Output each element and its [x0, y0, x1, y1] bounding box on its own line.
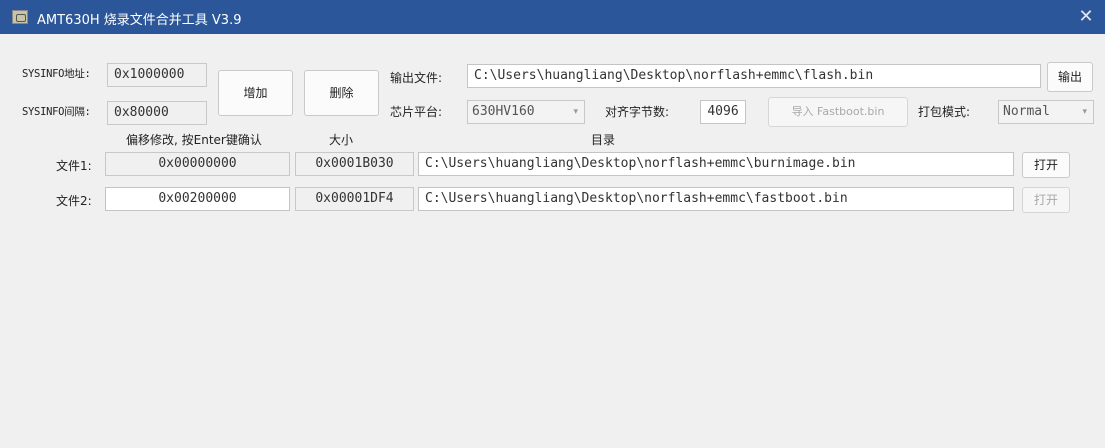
file-2-open-button[interactable]: 打开 — [1022, 187, 1070, 213]
file-2-size-field: 0x00001DF4 — [295, 187, 414, 211]
close-icon[interactable]: ✕ — [1073, 4, 1099, 30]
import-fastboot-button[interactable]: 导入 Fastboot.bin — [768, 97, 908, 127]
output-file-label: 输出文件: — [390, 71, 443, 85]
file-1-open-button[interactable]: 打开 — [1022, 152, 1070, 178]
add-button[interactable]: 增加 — [218, 70, 293, 116]
file-2-offset-field[interactable]: 0x00200000 — [105, 187, 290, 211]
file-1-size-field: 0x0001B030 — [295, 152, 414, 176]
delete-button[interactable]: 删除 — [304, 70, 379, 116]
file-2-path-field[interactable]: C:\Users\huangliang\Desktop\norflash+emm… — [418, 187, 1014, 211]
align-field[interactable]: 4096 — [700, 100, 746, 124]
title-bar: AMT630H 烧录文件合并工具 V3.9 ✕ — [0, 0, 1105, 34]
output-path-field[interactable]: C:\Users\huangliang\Desktop\norflash+emm… — [467, 64, 1041, 88]
offset-column-header: 偏移修改, 按Enter键确认 — [126, 133, 262, 147]
sysinfo-address-label: SYSINFO地址: — [22, 68, 91, 80]
app-icon — [12, 10, 28, 24]
output-button[interactable]: 输出 — [1047, 62, 1093, 92]
pack-mode-select[interactable]: Normal ▾ — [998, 100, 1094, 124]
file-2-label: 文件2: — [56, 194, 92, 208]
align-label: 对齐字节数: — [605, 105, 670, 119]
sysinfo-address-field[interactable]: 0x1000000 — [107, 63, 207, 87]
size-column-header: 大小 — [329, 133, 354, 147]
platform-select[interactable]: 630HV160 ▾ — [467, 100, 585, 124]
chevron-down-icon: ▾ — [1082, 107, 1087, 117]
file-1-label: 文件1: — [56, 159, 92, 173]
sysinfo-interval-field[interactable]: 0x80000 — [107, 101, 207, 125]
directory-column-header: 目录 — [591, 133, 616, 147]
pack-mode-value: Normal — [1003, 104, 1050, 119]
platform-label: 芯片平台: — [390, 105, 443, 119]
platform-value: 630HV160 — [472, 104, 535, 119]
chevron-down-icon: ▾ — [573, 107, 578, 117]
sysinfo-interval-label: SYSINFO间隔: — [22, 106, 91, 118]
file-1-path-field[interactable]: C:\Users\huangliang\Desktop\norflash+emm… — [418, 152, 1014, 176]
file-1-offset-field[interactable]: 0x00000000 — [105, 152, 290, 176]
pack-mode-label: 打包模式: — [918, 105, 971, 119]
window-title: AMT630H 烧录文件合并工具 V3.9 — [37, 13, 242, 28]
